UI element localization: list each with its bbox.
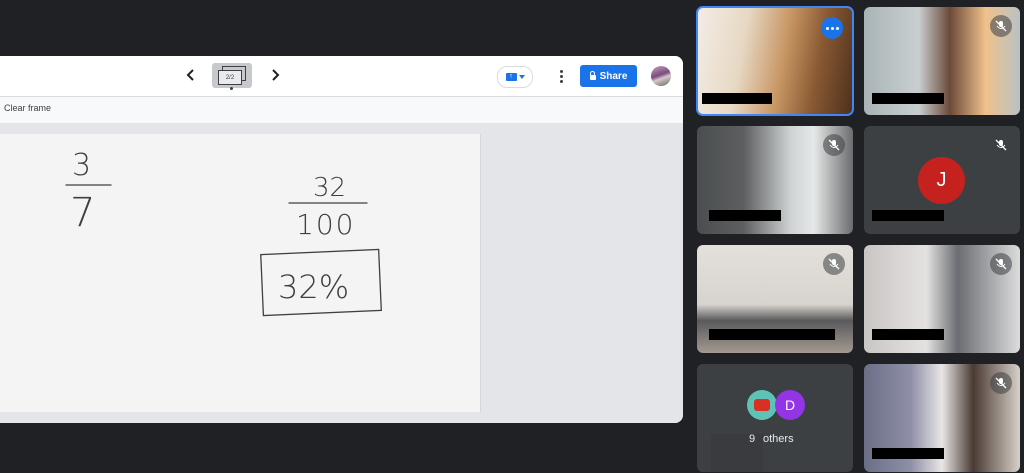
mic-off-icon	[823, 134, 845, 156]
whiteboard-window: 2/2 ↑ Share Clear frame 3 7 32 100 32%	[0, 56, 683, 423]
name-label-redacted	[872, 93, 944, 104]
name-label-redacted	[872, 329, 944, 340]
account-avatar[interactable]	[651, 66, 671, 86]
next-frame-button[interactable]	[266, 66, 284, 84]
fraction2-numerator: 32	[313, 173, 346, 203]
mic-off-icon	[990, 372, 1012, 394]
more-horiz-icon	[825, 26, 829, 30]
name-label-redacted	[872, 448, 944, 459]
frame-indicator[interactable]: 2/2	[212, 63, 252, 90]
canvas-area: 3 7 32 100 32%	[0, 123, 683, 423]
fraction1-denominator: 7	[70, 190, 95, 236]
fraction1-numerator: 3	[72, 148, 91, 183]
name-label-redacted	[709, 329, 835, 340]
mic-off-icon	[990, 134, 1012, 156]
others-tile[interactable]: D 9 others	[697, 364, 853, 472]
others-label: others	[763, 433, 794, 445]
avatar: J	[918, 157, 965, 204]
clear-frame-button[interactable]: Clear frame	[4, 103, 51, 113]
participant-tile-6[interactable]	[864, 245, 1020, 353]
participant-tile-7[interactable]	[864, 364, 1020, 472]
share-button[interactable]: Share	[580, 65, 637, 87]
name-label-redacted	[702, 93, 772, 104]
avatar	[747, 390, 777, 420]
name-label-redacted	[872, 210, 944, 221]
chevron-right-icon	[272, 69, 280, 81]
mic-off-icon	[823, 253, 845, 275]
lock-icon	[589, 70, 596, 80]
mic-off-icon	[990, 253, 1012, 275]
participant-tile-5[interactable]	[697, 245, 853, 353]
participant-tile-2[interactable]	[864, 7, 1020, 115]
participant-tile-1[interactable]	[696, 6, 854, 116]
whiteboard-subbar: Clear frame	[0, 97, 683, 124]
share-button-label: Share	[599, 70, 628, 82]
chevron-left-icon	[186, 69, 194, 81]
present-screen-icon: ↑	[505, 73, 517, 81]
avatar: D	[775, 390, 805, 420]
whiteboard-canvas[interactable]: 3 7 32 100 32%	[0, 134, 481, 412]
name-label-redacted	[709, 210, 781, 221]
tile-options-button[interactable]	[821, 17, 843, 39]
others-count: 9	[749, 433, 756, 445]
frame-indicator-label: 2/2	[218, 70, 242, 85]
mic-off-icon	[990, 15, 1012, 37]
participant-tile-3[interactable]	[697, 126, 853, 234]
present-button[interactable]: ↑	[497, 66, 533, 88]
more-options-button[interactable]	[554, 66, 568, 86]
more-vert-icon	[559, 69, 563, 73]
whiteboard-toolbar: 2/2 ↑ Share	[0, 56, 683, 97]
boxed-answer: 32%	[278, 268, 349, 306]
handwriting-layer: 3 7 32 100 32%	[65, 148, 382, 317]
fraction2-denominator: 100	[296, 208, 355, 241]
previous-frame-button[interactable]	[182, 66, 200, 84]
participant-tile-4[interactable]: J	[864, 126, 1020, 234]
caret-down-icon	[518, 75, 525, 79]
